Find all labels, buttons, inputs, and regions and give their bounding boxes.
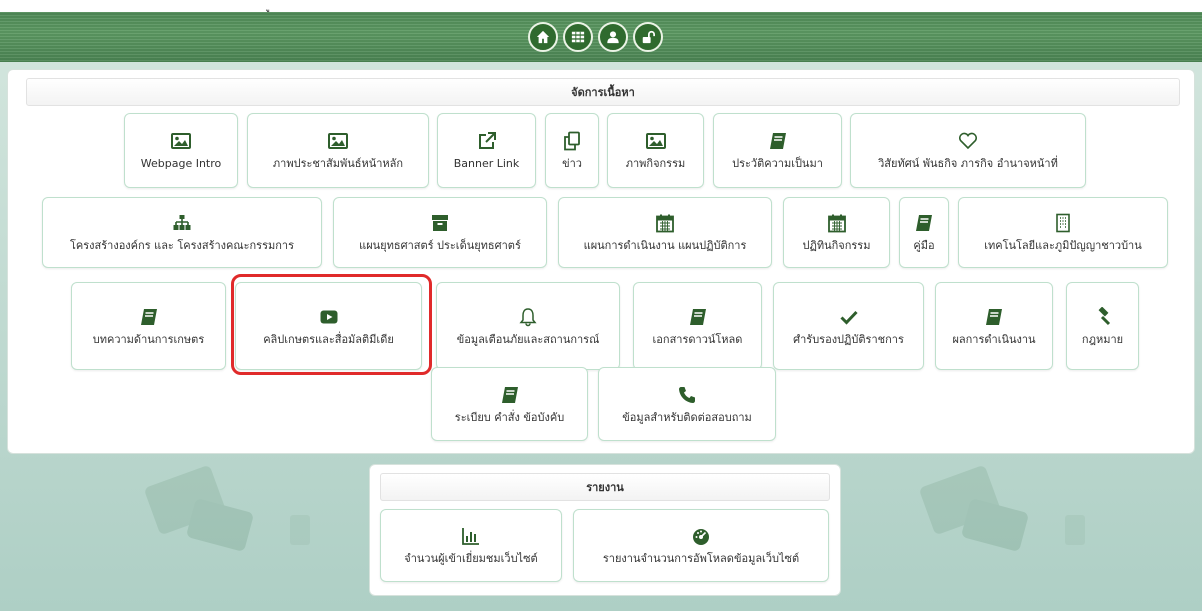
tile-label: ระเบียบ คำสั่ง ข้อบังคับ	[454, 410, 565, 424]
phone-icon	[677, 385, 697, 405]
tile-label: Webpage Intro	[140, 157, 222, 170]
tile-operation-plan[interactable]: แผนการดำเนินงาน แผนปฏิบัติการ	[558, 197, 772, 268]
bar-chart-icon	[461, 526, 481, 546]
tile-activity-calendar[interactable]: ปฏิทินกิจกรรม	[783, 197, 890, 268]
tile-label: จำนวนผู้เข้าเยี่ยมชมเว็บไซต์	[404, 552, 538, 565]
tile-org-structure[interactable]: โครงสร้างองค์กร และ โครงสร้างคณะกรรมการ	[42, 197, 322, 268]
tile-label: เทคโนโลยีและภูมิปัญญาชาวบ้าน	[984, 239, 1142, 252]
sitemap-icon	[172, 213, 192, 233]
check-icon	[839, 307, 859, 327]
tile-activity-images[interactable]: ภาพกิจกรรม	[607, 113, 704, 188]
calendar-icon	[827, 213, 847, 233]
tile-label: โครงสร้างองค์กร และ โครงสร้างคณะกรรมการ	[69, 239, 294, 252]
tile-label: ข้อมูลเตือนภัยและสถานการณ์	[456, 332, 600, 346]
tile-label: Banner Link	[453, 157, 520, 170]
external-link-icon	[477, 131, 497, 151]
tile-label: วิสัยทัศน์ พันธกิจ ภารกิจ อำนาจหน้าที่	[878, 157, 1058, 170]
tile-label: แผนการดำเนินงาน แผนปฏิบัติการ	[583, 239, 747, 252]
book-icon	[500, 385, 520, 405]
nav-icon-group	[528, 22, 663, 52]
tile-manual[interactable]: คู่มือ	[899, 197, 949, 268]
tile-label: ภาพกิจกรรม	[625, 157, 686, 170]
tile-history[interactable]: ประวัติความเป็นมา	[713, 113, 842, 188]
book-icon	[688, 307, 708, 327]
tile-upload-report[interactable]: รายงานจำนวนการอัพโหลดข้อมูลเว็บไซต์	[573, 509, 829, 582]
heart-icon	[958, 131, 978, 151]
top-strip: ู	[0, 0, 1202, 12]
tile-label: ปฏิทินกิจกรรม	[802, 239, 871, 252]
book-icon	[914, 213, 934, 233]
user-icon[interactable]	[598, 22, 628, 52]
tile-label: แผนยุทธศาสตร์ ประเด็นยุทธศาตร์	[359, 239, 521, 252]
tile-law[interactable]: กฎหมาย	[1066, 282, 1139, 370]
book-icon	[768, 131, 788, 151]
background-decoration-left	[145, 466, 310, 551]
tile-technology-wisdom[interactable]: เทคโนโลยีและภูมิปัญญาชาวบ้าน	[958, 197, 1168, 268]
tile-label: ผลการดำเนินงาน	[952, 332, 1036, 346]
tile-label: ศำรับรองปฏิบัติราชการ	[793, 332, 904, 346]
tile-visitor-count[interactable]: จำนวนผู้เข้าเยี่ยมชมเว็บไซต์	[380, 509, 562, 582]
tile-label: ประวัติความเป็นมา	[732, 157, 823, 170]
tile-label: คู่มือ	[913, 239, 935, 252]
tile-label: รายงานจำนวนการอัพโหลดข้อมูลเว็บไซต์	[602, 552, 800, 565]
archive-icon	[430, 213, 450, 233]
dashboard-icon	[691, 526, 711, 546]
tile-label: ข้อมูลสำหรับติดต่อสอบถาม	[622, 410, 752, 424]
book-icon	[984, 307, 1004, 327]
top-navbar	[0, 12, 1202, 62]
image-icon	[645, 131, 666, 151]
tile-label: ภาพประชาสัมพันธ์หน้าหลัก	[272, 157, 404, 170]
tile-downloads[interactable]: เอกสารดาวน์โหลด	[633, 282, 762, 370]
content-panel-title: จัดการเนื้อหา	[26, 78, 1180, 106]
tile-label: ข่าว	[562, 157, 582, 170]
tile-alerts-situation[interactable]: ข้อมูลเตือนภัยและสถานการณ์	[436, 282, 620, 370]
image-icon	[171, 131, 191, 151]
tile-label: บทความด้านการเกษตร	[92, 332, 205, 346]
highlight-frame	[231, 274, 432, 375]
tile-agri-articles[interactable]: บทความด้านการเกษตร	[71, 282, 226, 370]
home-icon[interactable]	[528, 22, 558, 52]
tile-strategic-plan[interactable]: แผนยุทธศาสตร์ ประเด็นยุทธศาตร์	[333, 197, 547, 268]
bell-icon	[518, 307, 538, 327]
tile-webpage-intro[interactable]: Webpage Intro	[124, 113, 238, 188]
tile-regulations[interactable]: ระเบียบ คำสั่ง ข้อบังคับ	[431, 367, 588, 441]
calendar-icon	[655, 213, 675, 233]
report-panel-title: รายงาน	[380, 473, 830, 501]
grid-icon[interactable]	[563, 22, 593, 52]
tile-vision-mission[interactable]: วิสัยทัศน์ พันธกิจ ภารกิจ อำนาจหน้าที่	[850, 113, 1086, 188]
tile-banner-link[interactable]: Banner Link	[437, 113, 536, 188]
building-icon	[1053, 213, 1073, 233]
copy-icon	[562, 131, 582, 151]
gavel-icon	[1093, 306, 1113, 327]
tile-label: เอกสารดาวน์โหลด	[652, 332, 743, 346]
tile-contact-info[interactable]: ข้อมูลสำหรับติดต่อสอบถาม	[598, 367, 776, 441]
tile-performance-certification[interactable]: ศำรับรองปฏิบัติราชการ	[773, 282, 924, 370]
tile-main-pr-images[interactable]: ภาพประชาสัมพันธ์หน้าหลัก	[247, 113, 429, 188]
unlock-icon[interactable]	[633, 22, 663, 52]
tile-label: กฎหมาย	[1081, 332, 1124, 346]
background-decoration-right	[920, 466, 1085, 551]
tile-news[interactable]: ข่าว	[545, 113, 599, 188]
book-icon	[139, 307, 159, 327]
image-icon	[328, 131, 348, 151]
tile-performance-results[interactable]: ผลการดำเนินงาน	[935, 282, 1053, 370]
